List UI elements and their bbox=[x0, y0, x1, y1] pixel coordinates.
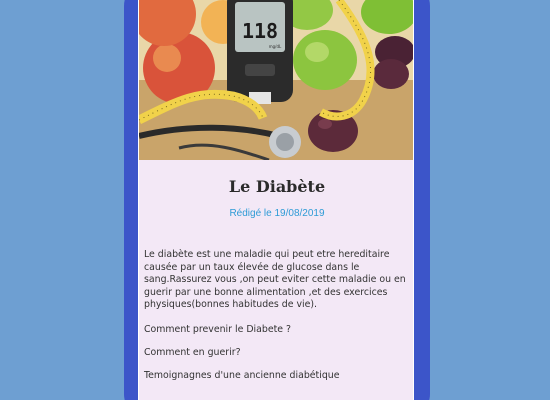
article-title: Le Diabète bbox=[228, 177, 326, 196]
meter-unit: mg/dL bbox=[269, 44, 282, 49]
hero-image: 118 mg/dL bbox=[139, 0, 413, 160]
article-content: Le Diabète Rédigé le 19/08/2019 Le diabè… bbox=[139, 160, 413, 400]
link-cure-diabetes[interactable]: Comment en guerir? bbox=[144, 347, 241, 358]
phone-screen: 118 mg/dL Le Diabète Rédigé le 19/08/201… bbox=[138, 0, 414, 400]
link-testimonials[interactable]: Temoignagnes d'une ancienne diabétique bbox=[144, 370, 340, 381]
article-date: Rédigé le 19/08/2019 bbox=[229, 208, 325, 219]
link-prevent-diabetes[interactable]: Comment prevenir le Diabete ? bbox=[144, 324, 291, 335]
article-body: Le diabète est une maladie qui peut etre… bbox=[144, 249, 406, 311]
meter-reading: 118 bbox=[242, 19, 278, 43]
